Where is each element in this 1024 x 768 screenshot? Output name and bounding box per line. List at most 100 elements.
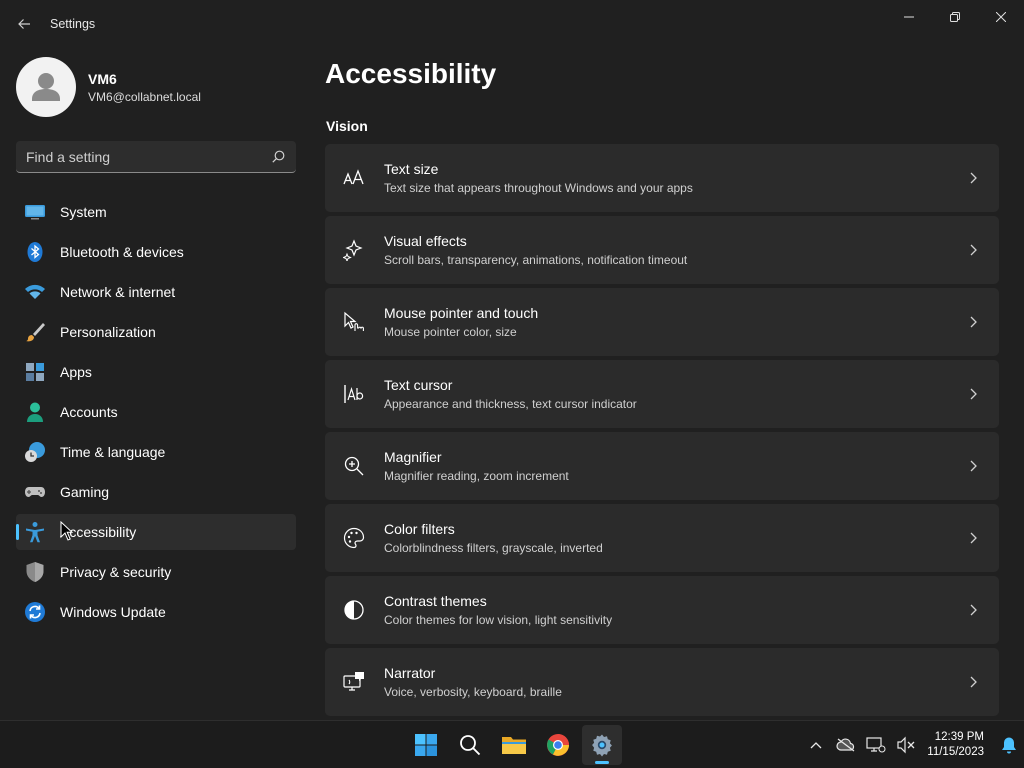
profile-email: VM6@collabnet.local [88, 89, 201, 104]
text-cursor-icon [342, 382, 366, 406]
clock[interactable]: 12:39 PM 11/15/2023 [927, 730, 984, 760]
shield-icon [24, 561, 46, 583]
clock-time: 12:39 PM [934, 731, 984, 743]
setting-card-text-size[interactable]: Text size Text size that appears through… [325, 144, 999, 212]
minimize-button[interactable] [886, 0, 932, 34]
system-icon [24, 201, 46, 223]
settings-list: Text size Text size that appears through… [325, 144, 999, 720]
sidebar-item-label: Network & internet [60, 284, 176, 300]
cloud-offline-icon [836, 738, 855, 752]
card-subtitle: Mouse pointer color, size [384, 325, 517, 339]
chevron-right-icon [965, 674, 981, 690]
chevron-right-icon [965, 386, 981, 402]
sidebar-item-system[interactable]: System [16, 194, 296, 230]
sparkle-icon [342, 238, 366, 262]
sidebar-item-label: Privacy & security [60, 564, 172, 580]
close-button[interactable] [978, 0, 1024, 34]
narrator-icon [342, 670, 366, 694]
bell-icon [1002, 737, 1016, 754]
card-subtitle: Color themes for low vision, light sensi… [384, 613, 613, 627]
accounts-icon [24, 401, 46, 423]
card-subtitle: Voice, verbosity, keyboard, braille [384, 685, 562, 699]
card-title: Magnifier [384, 449, 442, 465]
chevron-right-icon [965, 458, 981, 474]
file-explorer-button[interactable] [494, 725, 534, 765]
card-title: Text size [384, 161, 439, 177]
clock-globe-icon [24, 441, 46, 463]
chevron-right-icon [965, 242, 981, 258]
taskbar-apps [404, 721, 624, 768]
sidebar-item-label: Accounts [60, 404, 118, 420]
app-title: Settings [50, 17, 96, 31]
start-button[interactable] [406, 725, 446, 765]
title-bar: Settings [0, 0, 1024, 48]
wifi-icon [24, 281, 46, 303]
card-title: Color filters [384, 521, 455, 537]
default-user-icon [32, 73, 60, 101]
clock-date: 11/15/2023 [927, 746, 984, 758]
chevron-right-icon [965, 314, 981, 330]
setting-card-contrast-themes[interactable]: Contrast themes Color themes for low vis… [325, 576, 999, 644]
card-subtitle: Magnifier reading, zoom increment [384, 469, 569, 483]
show-hidden-icons-button[interactable] [801, 730, 831, 760]
restore-button[interactable] [932, 0, 978, 34]
sidebar-item-bluetooth[interactable]: Bluetooth & devices [16, 234, 296, 270]
search-icon[interactable] [270, 149, 286, 165]
onedrive-button[interactable] [831, 730, 861, 760]
sidebar-item-privacy-security[interactable]: Privacy & security [16, 554, 296, 590]
sidebar-item-gaming[interactable]: Gaming [16, 474, 296, 510]
back-arrow-icon [18, 19, 30, 29]
profile-name: VM6 [88, 70, 117, 87]
pointer-touch-icon [342, 310, 366, 334]
section-title: Vision [326, 118, 368, 134]
settings-icon [592, 734, 612, 757]
sidebar-item-label: Apps [60, 364, 92, 380]
bluetooth-icon [24, 241, 46, 263]
sidebar-item-accessibility[interactable]: Accessibility [16, 514, 296, 550]
sidebar-item-label: Bluetooth & devices [60, 244, 184, 260]
setting-card-color-filters[interactable]: Color filters Colorblindness filters, gr… [325, 504, 999, 572]
sidebar-item-apps[interactable]: Apps [16, 354, 296, 390]
sidebar-item-windows-update[interactable]: Windows Update [16, 594, 296, 630]
sidebar-item-accounts[interactable]: Accounts [16, 394, 296, 430]
user-profile[interactable]: VM6 VM6@collabnet.local [16, 57, 201, 117]
avatar [16, 57, 76, 117]
magnifier-icon [342, 454, 366, 478]
sidebar-item-time-language[interactable]: Time & language [16, 434, 296, 470]
page-title: Accessibility [325, 58, 497, 89]
search-input[interactable] [26, 148, 270, 165]
palette-icon [342, 526, 366, 550]
setting-card-visual-effects[interactable]: Visual effects Scroll bars, transparency… [325, 216, 999, 284]
sidebar-item-label: Windows Update [60, 604, 166, 620]
sidebar-item-network[interactable]: Network & internet [16, 274, 296, 310]
search-icon [460, 735, 481, 756]
chrome-button[interactable] [538, 725, 578, 765]
setting-card-text-cursor[interactable]: Text cursor Appearance and thickness, te… [325, 360, 999, 428]
setting-card-narrator[interactable]: Narrator Voice, verbosity, keyboard, bra… [325, 648, 999, 716]
accessibility-icon [24, 521, 46, 543]
volume-button[interactable] [891, 730, 921, 760]
sidebar-item-label: Gaming [60, 484, 110, 500]
network-monitor-icon [866, 737, 886, 753]
network-button[interactable] [861, 730, 891, 760]
chevron-right-icon [965, 530, 981, 546]
search-box [16, 141, 296, 173]
chrome-icon [547, 734, 569, 756]
back-button[interactable] [12, 12, 36, 36]
card-title: Contrast themes [384, 593, 487, 609]
settings-app-button[interactable] [582, 725, 622, 765]
start-icon [415, 734, 437, 756]
sidebar-item-label: Time & language [60, 444, 166, 460]
card-subtitle: Appearance and thickness, text cursor in… [384, 397, 637, 411]
taskbar-search-button[interactable] [450, 725, 490, 765]
card-title: Text cursor [384, 377, 453, 393]
window-controls [886, 0, 1024, 34]
sidebar-item-label: System [60, 204, 107, 220]
contrast-icon [342, 598, 366, 622]
sidebar-item-personalization[interactable]: Personalization [16, 314, 296, 350]
notifications-button[interactable] [994, 730, 1024, 760]
mouse-cursor-icon [60, 521, 74, 541]
setting-card-mouse-pointer[interactable]: Mouse pointer and touch Mouse pointer co… [325, 288, 999, 356]
volume-muted-icon [897, 736, 915, 754]
setting-card-magnifier[interactable]: Magnifier Magnifier reading, zoom increm… [325, 432, 999, 500]
